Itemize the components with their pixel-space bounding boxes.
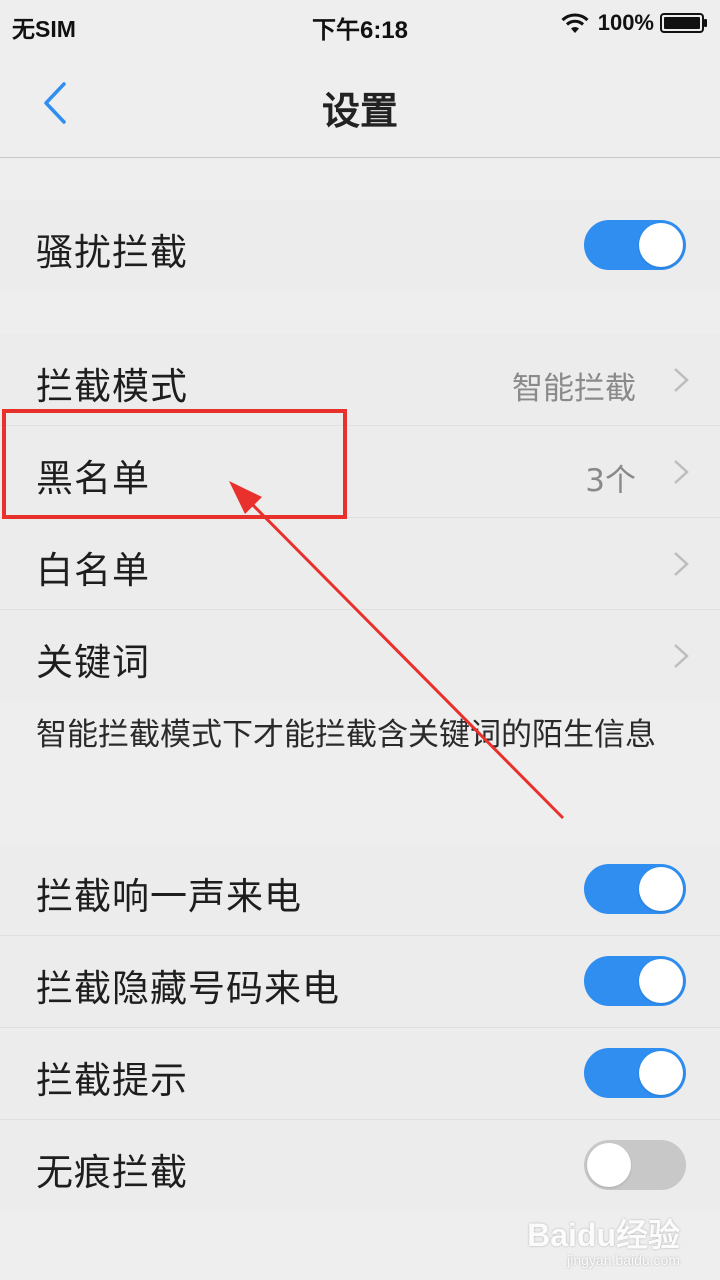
whitelist-label: 白名单: [36, 549, 150, 592]
block-one-ring-label: 拦截响一声来电: [36, 875, 302, 918]
title-bar: 设置: [0, 50, 720, 158]
keywords-row[interactable]: 关键词: [0, 610, 720, 701]
harassment-section: 骚扰拦截: [0, 200, 720, 291]
silent-block-toggle[interactable]: [584, 1140, 686, 1190]
keywords-label: 关键词: [36, 641, 150, 684]
baidu-watermark: Baidu经验 jingyan.baidu.com: [527, 1210, 680, 1268]
whitelist-row[interactable]: 白名单: [0, 518, 720, 610]
status-bar: 无SIM 下午6:18 100%: [0, 0, 720, 50]
block-hidden-number-row[interactable]: 拦截隐藏号码来电: [0, 936, 720, 1028]
status-right-group: 100%: [560, 10, 708, 36]
block-mode-label: 拦截模式: [36, 365, 188, 408]
harassment-block-label: 骚扰拦截: [36, 231, 188, 274]
wifi-icon: [561, 13, 589, 33]
battery-icon: [660, 13, 707, 33]
block-notice-toggle[interactable]: [584, 1048, 686, 1098]
chevron-right-icon: [674, 368, 689, 392]
watermark-logo: Baidu经验: [527, 1217, 680, 1253]
block-one-ring-toggle[interactable]: [584, 864, 686, 914]
block-one-ring-row[interactable]: 拦截响一声来电: [0, 844, 720, 936]
call-block-section: 拦截响一声来电 拦截隐藏号码来电 拦截提示 无痕拦截: [0, 844, 720, 1211]
block-hidden-number-toggle[interactable]: [584, 956, 686, 1006]
block-hidden-number-label: 拦截隐藏号码来电: [36, 967, 340, 1010]
block-notice-label: 拦截提示: [36, 1059, 188, 1102]
block-notice-row[interactable]: 拦截提示: [0, 1028, 720, 1120]
toggle-knob: [587, 1143, 631, 1187]
battery-percent: 100%: [597, 10, 654, 35]
silent-block-label: 无痕拦截: [36, 1151, 188, 1194]
harassment-block-row[interactable]: 骚扰拦截: [0, 200, 720, 291]
chevron-right-icon: [674, 644, 689, 668]
silent-block-row[interactable]: 无痕拦截: [0, 1120, 720, 1211]
toggle-knob: [639, 867, 683, 911]
chevron-right-icon: [674, 552, 689, 576]
toggle-knob: [639, 1051, 683, 1095]
harassment-block-toggle[interactable]: [584, 220, 686, 270]
chevron-right-icon: [674, 460, 689, 484]
highlight-box: [2, 409, 347, 519]
toggle-knob: [639, 223, 683, 267]
keywords-hint-text: 智能拦截模式下才能拦截含关键词的陌生信息: [36, 717, 656, 753]
block-mode-value: 智能拦截: [512, 371, 636, 407]
page-title: 设置: [321, 89, 398, 133]
blacklist-count: 3个: [585, 463, 636, 499]
toggle-knob: [639, 959, 683, 1003]
settings-screen: 无SIM 下午6:18 100% 设置 骚扰拦截 拦截模式 智能拦截 黑名单 3…: [0, 0, 720, 1280]
